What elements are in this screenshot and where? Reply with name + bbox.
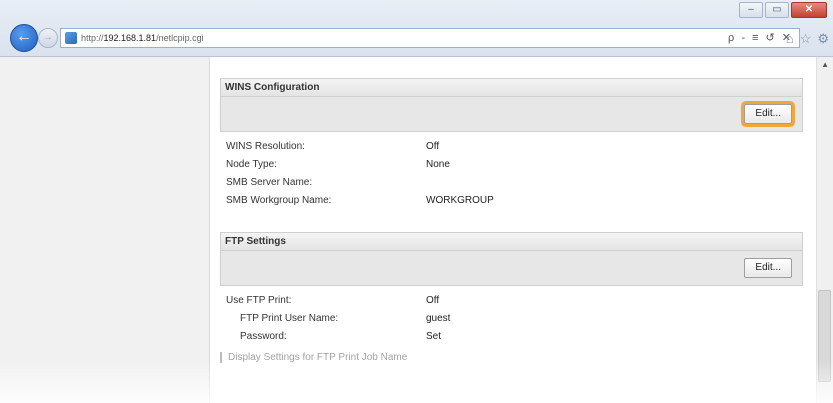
setting-row: Node Type: None	[220, 156, 803, 174]
back-button[interactable]: ←	[10, 24, 38, 52]
setting-value: Off	[426, 295, 440, 306]
home-icon[interactable]: ⌂	[786, 31, 794, 47]
setting-value: None	[426, 159, 450, 170]
setting-value: guest	[426, 313, 451, 324]
browser-toolbar-icons: ⌂ ☆ ⚙	[786, 31, 829, 47]
wins-configuration-section: WINS Configuration Edit... WINS Resoluti…	[220, 78, 803, 210]
setting-row: SMB Workgroup Name: WORKGROUP	[220, 192, 803, 210]
setting-row: Use FTP Print: Off	[220, 292, 803, 310]
settings-list: Use FTP Print: Off FTP Print User Name: …	[220, 286, 803, 346]
section-title: WINS Configuration	[220, 78, 803, 97]
setting-label: WINS Resolution:	[226, 141, 305, 152]
arrow-left-icon: ←	[16, 28, 32, 45]
address-tools[interactable]: ρ - ≡ ↺ ✕	[728, 31, 793, 44]
settings-list: WINS Resolution: Off Node Type: None SMB…	[220, 132, 803, 210]
section-title: FTP Settings	[220, 232, 803, 251]
setting-row: Password: Set	[220, 328, 803, 346]
browser-chrome: – ▭ ✕ ← → http://192.168.1.81/netlcpip.c…	[0, 0, 833, 57]
ftp-job-name-link[interactable]: Display Settings for FTP Print Job Name	[220, 352, 803, 363]
section-toolbar: Edit...	[220, 97, 803, 132]
setting-label: FTP Print User Name:	[240, 313, 339, 324]
star-icon[interactable]: ☆	[800, 31, 812, 47]
setting-row: WINS Resolution: Off	[220, 138, 803, 156]
setting-label: SMB Server Name:	[226, 177, 313, 188]
gear-icon[interactable]: ⚙	[817, 31, 829, 47]
close-window-button[interactable]: ✕	[791, 2, 827, 18]
ftp-edit-button[interactable]: Edit...	[744, 258, 792, 278]
setting-label: Use FTP Print:	[226, 295, 292, 306]
section-toolbar: Edit...	[220, 251, 803, 286]
ftp-settings-section: FTP Settings Edit... Use FTP Print: Off …	[220, 232, 803, 363]
url-text[interactable]: http://192.168.1.81/netlcpip.cgi	[81, 33, 204, 43]
page-favicon-icon	[65, 32, 77, 44]
wins-edit-button[interactable]: Edit...	[744, 104, 792, 124]
setting-value: Set	[426, 331, 442, 342]
minimize-button[interactable]: –	[739, 2, 763, 18]
setting-row: FTP Print User Name: guest	[220, 310, 803, 328]
setting-value: WORKGROUP	[426, 195, 494, 206]
setting-label: Node Type:	[226, 159, 277, 170]
setting-value: Off	[426, 141, 440, 152]
main-content: WINS Configuration Edit... WINS Resoluti…	[220, 78, 803, 385]
left-nav-pane	[0, 57, 210, 403]
scrollbar-thumb[interactable]	[818, 290, 831, 382]
forward-button[interactable]: →	[38, 28, 58, 48]
scroll-up-arrow-icon[interactable]: ▲	[821, 60, 829, 69]
address-bar[interactable]: http://192.168.1.81/netlcpip.cgi ρ - ≡ ↺…	[60, 28, 800, 48]
maximize-button[interactable]: ▭	[765, 2, 789, 18]
setting-row: SMB Server Name:	[220, 174, 803, 192]
arrow-right-icon: →	[43, 32, 53, 43]
window-controls: – ▭ ✕	[739, 2, 827, 18]
setting-label: SMB Workgroup Name:	[226, 195, 332, 206]
setting-label: Password:	[240, 331, 287, 342]
